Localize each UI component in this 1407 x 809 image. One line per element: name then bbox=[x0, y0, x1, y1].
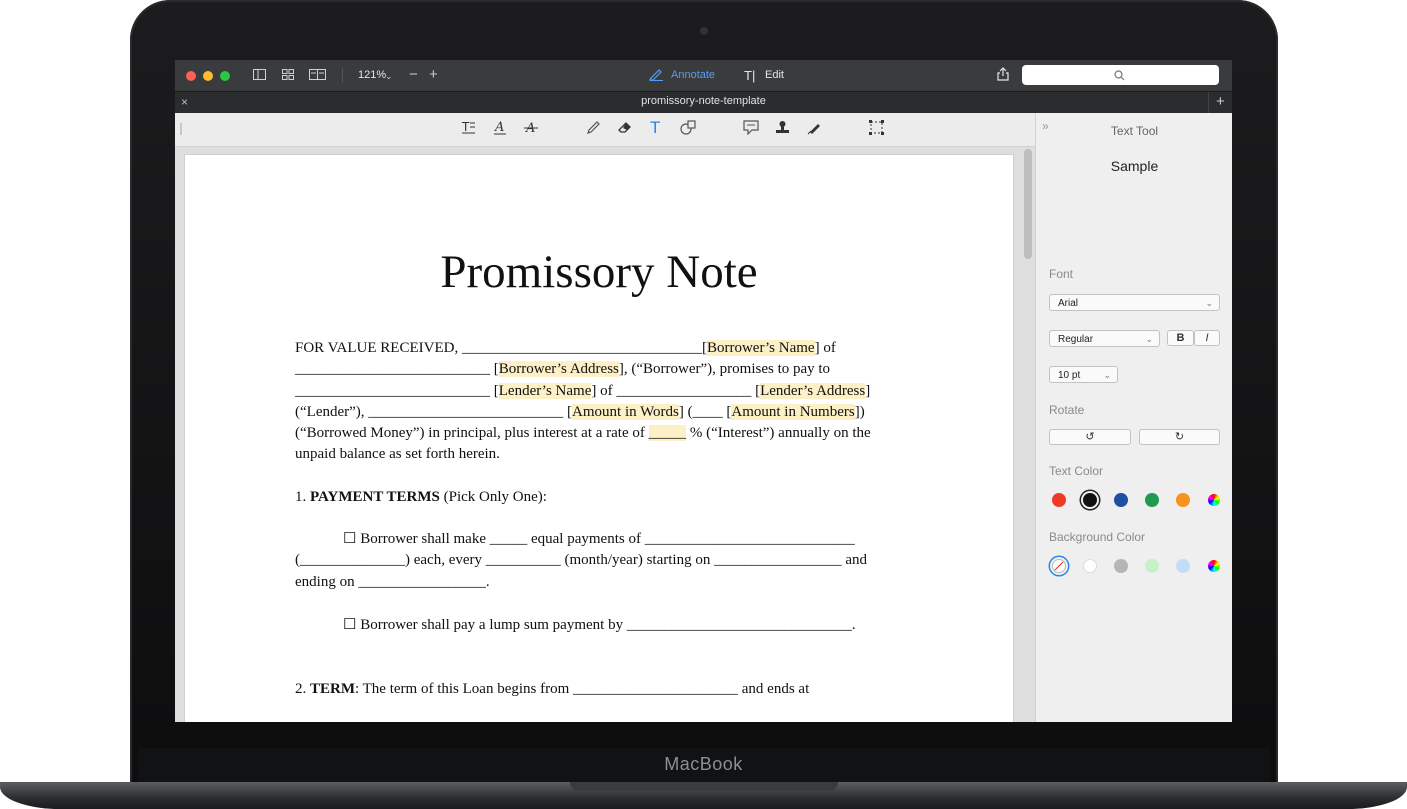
document-title: Promissory Note bbox=[440, 246, 758, 298]
eraser-icon[interactable] bbox=[618, 120, 633, 140]
zoom-out-icon[interactable]: − bbox=[409, 66, 418, 83]
text-color-swatch[interactable] bbox=[1176, 493, 1190, 507]
font-size-select[interactable]: 10 pt ⌄ bbox=[1049, 366, 1118, 383]
document-viewport[interactable]: Promissory Note FOR VALUE RECEIVED, ____… bbox=[175, 147, 1035, 722]
document-tab-title[interactable]: promissory-note-template bbox=[175, 95, 1232, 107]
two-page-view-icon[interactable] bbox=[309, 67, 326, 84]
svg-text:T: T bbox=[461, 120, 470, 134]
background-color-picker-icon[interactable] bbox=[1208, 560, 1220, 572]
zoom-in-icon[interactable]: + bbox=[429, 66, 438, 83]
svg-text:A: A bbox=[494, 120, 504, 135]
text-tool-panel: » Text Tool Sample Font Arial ⌄ Regular ⌄ … bbox=[1035, 113, 1232, 722]
search-input[interactable] bbox=[1022, 65, 1219, 85]
edit-text-icon[interactable]: T| bbox=[744, 67, 755, 84]
borrower-address-field[interactable]: Borrower’s Address bbox=[498, 361, 619, 378]
pdf-page[interactable]: Promissory Note FOR VALUE RECEIVED, ____… bbox=[184, 154, 1014, 722]
annotation-toolbar: T A A T bbox=[175, 113, 1035, 147]
amount-in-numbers-field[interactable]: Amount in Numbers bbox=[731, 403, 855, 420]
text-color-swatch[interactable] bbox=[1145, 493, 1159, 507]
search-icon bbox=[1114, 68, 1125, 86]
shapes-icon[interactable] bbox=[680, 120, 697, 140]
edit-tab[interactable]: Edit bbox=[765, 69, 784, 81]
bold-button[interactable]: B bbox=[1167, 330, 1194, 346]
pencil-icon[interactable] bbox=[586, 120, 601, 140]
zoom-window-button[interactable] bbox=[220, 71, 230, 81]
share-icon[interactable] bbox=[997, 67, 1009, 85]
tab-divider bbox=[1208, 92, 1209, 114]
laptop-notch bbox=[570, 782, 838, 791]
text-box-icon[interactable]: T bbox=[461, 120, 476, 139]
background-color-swatch[interactable] bbox=[1083, 559, 1097, 573]
text-underline-icon[interactable]: A bbox=[493, 120, 507, 140]
minimize-window-button[interactable] bbox=[203, 71, 213, 81]
text-tool-icon[interactable]: T bbox=[650, 119, 660, 137]
document-tab-bar: × promissory-note-template + bbox=[175, 91, 1232, 114]
font-style-select[interactable]: Regular ⌄ bbox=[1049, 330, 1160, 347]
amount-in-words-field[interactable]: Amount in Words bbox=[572, 403, 679, 420]
text-color-swatch[interactable] bbox=[1114, 493, 1128, 507]
signature-icon[interactable] bbox=[807, 120, 822, 140]
chevron-down-icon: ⌄ bbox=[1145, 334, 1153, 344]
new-tab-icon[interactable]: + bbox=[1216, 93, 1225, 110]
rotate-label: Rotate bbox=[1049, 403, 1085, 417]
toolbar-grip bbox=[180, 123, 182, 135]
font-sample-preview: Sample bbox=[1110, 158, 1159, 174]
lender-address-field[interactable]: Lender’s Address bbox=[760, 382, 866, 399]
zoom-chevron-down-icon[interactable]: ⌄ bbox=[385, 68, 393, 85]
toolbar-divider bbox=[342, 68, 343, 83]
annotate-tab[interactable]: Annotate bbox=[671, 69, 715, 81]
paragraph-value-received: FOR VALUE RECEIVED, ____________________… bbox=[295, 340, 871, 463]
vertical-scrollbar[interactable] bbox=[1024, 149, 1032, 259]
background-no-color-swatch[interactable] bbox=[1052, 559, 1066, 573]
app-window: 121% ⌄ − + Annotate T| Edit × promissory… bbox=[175, 60, 1232, 722]
background-color-swatch[interactable] bbox=[1176, 559, 1190, 573]
payment-option-installments[interactable]: ☐ Borrower shall make _____ equal paymen… bbox=[295, 529, 867, 593]
text-color-picker-icon[interactable] bbox=[1208, 494, 1220, 506]
lender-name-field[interactable]: Lender’s Name bbox=[498, 382, 592, 399]
text-color-label: Text Color bbox=[1049, 464, 1104, 478]
close-window-button[interactable] bbox=[186, 71, 196, 81]
grid-view-icon[interactable] bbox=[282, 67, 294, 84]
stamp-icon[interactable] bbox=[775, 120, 790, 140]
rotate-left-button[interactable]: ↺ bbox=[1049, 429, 1131, 445]
font-label: Font bbox=[1049, 267, 1074, 281]
section-term: 2. TERM: The term of this Loan begins fr… bbox=[295, 681, 810, 697]
panel-title: Text Tool bbox=[1110, 124, 1159, 138]
annotate-pen-icon[interactable] bbox=[649, 68, 664, 85]
title-bar: 121% ⌄ − + Annotate T| Edit bbox=[175, 60, 1232, 91]
chevron-down-icon: ⌄ bbox=[1205, 298, 1213, 308]
background-color-label: Background Color bbox=[1049, 530, 1146, 544]
italic-button[interactable]: I bbox=[1194, 330, 1220, 346]
selection-icon[interactable] bbox=[869, 120, 884, 140]
section-payment-terms: 1. PAYMENT TERMS (Pick Only One): bbox=[295, 489, 547, 505]
sidebar-icon[interactable] bbox=[253, 67, 266, 84]
camera-icon bbox=[700, 27, 708, 35]
zoom-level[interactable]: 121% bbox=[358, 69, 386, 81]
device-brand: MacBook bbox=[664, 754, 743, 774]
font-family-select[interactable]: Arial ⌄ bbox=[1049, 294, 1220, 311]
text-color-swatch[interactable] bbox=[1083, 493, 1097, 507]
text-color-swatch[interactable] bbox=[1052, 493, 1066, 507]
chevron-down-icon: ⌄ bbox=[1103, 370, 1111, 380]
background-color-swatch[interactable] bbox=[1114, 559, 1128, 573]
borrower-name-field[interactable]: Borrower’s Name bbox=[706, 340, 815, 356]
payment-option-lump-sum[interactable]: ☐ Borrower shall pay a lump sum payment … bbox=[295, 615, 856, 636]
interest-rate-field[interactable]: _____ bbox=[648, 425, 687, 442]
rotate-right-button[interactable]: ↻ bbox=[1139, 429, 1220, 445]
note-icon[interactable] bbox=[743, 120, 759, 140]
text-strikethrough-icon[interactable]: A bbox=[524, 120, 538, 140]
background-color-swatch[interactable] bbox=[1145, 559, 1159, 573]
